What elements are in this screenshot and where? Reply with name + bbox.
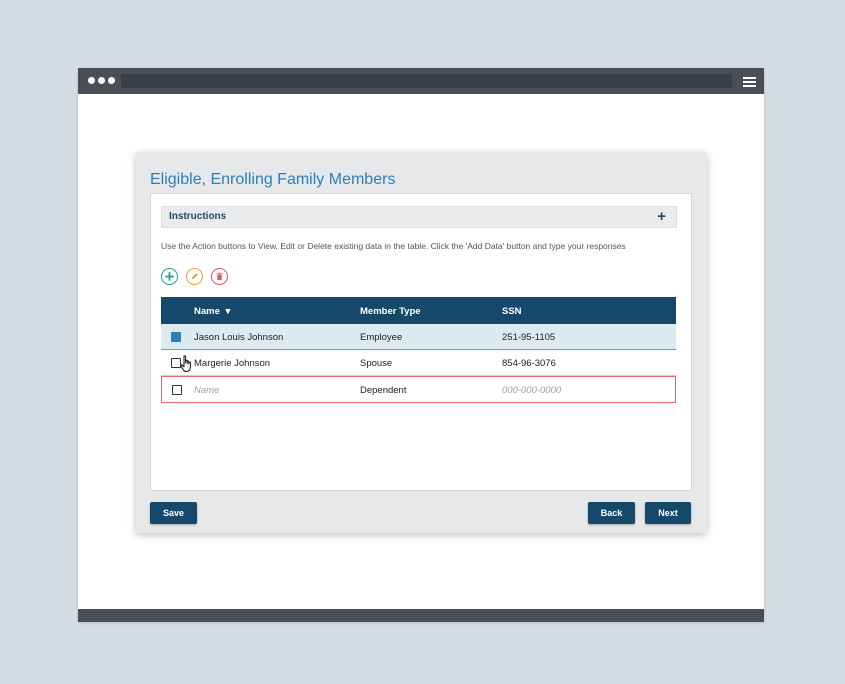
instructions-accordion[interactable]: Instructions +: [161, 206, 677, 228]
browser-toolbar: [78, 68, 764, 94]
save-button[interactable]: Save: [150, 502, 197, 524]
name-input[interactable]: Name: [194, 385, 219, 396]
window-dot[interactable]: [108, 77, 115, 84]
column-header-member-type[interactable]: Member Type: [360, 306, 421, 317]
row-checkbox[interactable]: [171, 332, 181, 342]
cell-ssn: 251-95-1105: [502, 332, 556, 343]
window-dot[interactable]: [98, 77, 105, 84]
cell-member-type: Spouse: [360, 358, 393, 369]
address-bar[interactable]: [121, 74, 732, 88]
row-checkbox[interactable]: [172, 385, 182, 395]
expand-plus-icon[interactable]: +: [657, 208, 666, 225]
enrollment-card: Eligible, Enrolling Family Members Instr…: [136, 152, 707, 533]
cell-member-type: Employee: [360, 332, 403, 343]
family-members-table: Name ▾ Member Type SSN Jason Louis Johns…: [161, 297, 676, 403]
cell-ssn: 854-96-3076: [502, 358, 556, 369]
column-header-label: Name: [194, 306, 220, 317]
plus-icon: [165, 272, 174, 281]
ssn-input[interactable]: 000-000-0000: [502, 385, 561, 396]
back-button[interactable]: Back: [588, 502, 635, 524]
content-panel: Instructions + Use the Action buttons to…: [150, 193, 692, 491]
instructions-label: Instructions: [169, 211, 227, 222]
hamburger-menu-icon[interactable]: [743, 77, 756, 89]
browser-status-bar: [78, 609, 764, 622]
trash-icon: [216, 272, 223, 281]
column-header-ssn[interactable]: SSN: [502, 306, 522, 317]
column-header-name[interactable]: Name ▾: [194, 306, 230, 317]
table-row[interactable]: Jason Louis Johnson Employee 251-95-1105: [161, 324, 676, 372]
window-dot[interactable]: [88, 77, 95, 84]
member-type-select[interactable]: Dependent: [360, 385, 406, 396]
browser-window: Eligible, Enrolling Family Members Instr…: [78, 68, 764, 622]
cell-name: Margerie Johnson: [194, 358, 271, 369]
table-row[interactable]: Margerie Johnson Spouse 854-96-3076: [161, 350, 676, 376]
new-entry-row[interactable]: Name Dependent 000-000-0000: [161, 376, 676, 403]
window-controls[interactable]: [88, 77, 115, 84]
pencil-icon: [191, 273, 198, 280]
cell-name: Jason Louis Johnson: [194, 332, 284, 343]
row-checkbox[interactable]: [171, 358, 181, 368]
help-text: Use the Action buttons to View, Edit or …: [161, 241, 626, 251]
add-data-button[interactable]: [161, 268, 178, 285]
page-title: Eligible, Enrolling Family Members: [150, 171, 396, 188]
delete-data-button[interactable]: [211, 268, 228, 285]
edit-data-button[interactable]: [186, 268, 203, 285]
next-button[interactable]: Next: [645, 502, 691, 524]
sort-caret-icon[interactable]: ▾: [226, 306, 231, 317]
table-header: Name ▾ Member Type SSN: [161, 297, 676, 324]
